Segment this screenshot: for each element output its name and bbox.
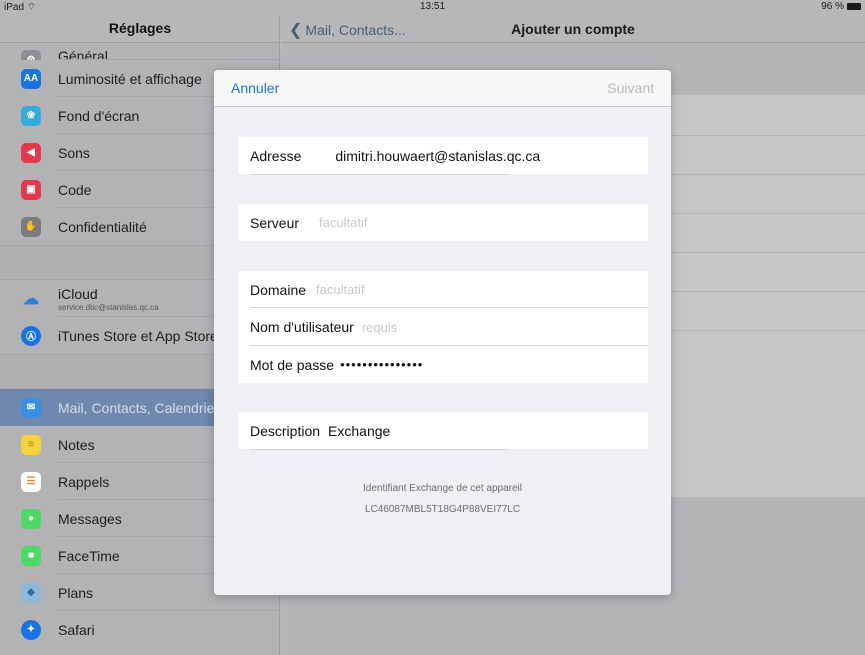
appstore-icon: Ⓐ [21, 325, 41, 346]
domain-field[interactable]: Domaine facultatif [238, 271, 648, 308]
address-value[interactable]: dimitri.houwaert@stanislas.qc.ca [335, 148, 540, 164]
cloud-icon: ☁ [23, 290, 39, 308]
credentials-group: Domaine facultatif Nom d'utilisateur req… [238, 271, 648, 383]
domain-input[interactable]: facultatif [316, 282, 364, 297]
gear-icon: ⚙ [21, 50, 41, 60]
next-button[interactable]: Suivant [607, 80, 654, 96]
username-field[interactable]: Nom d'utilisateur requis [238, 308, 648, 346]
mail-icon: ✉ [21, 397, 41, 418]
lock-icon: ▣ [21, 179, 41, 200]
maps-icon: ◆ [21, 582, 41, 603]
password-input[interactable]: ••••••••••••••• [340, 357, 423, 372]
battery-icon [847, 3, 861, 10]
sidebar-title: Réglages [108, 20, 172, 36]
notes-icon: ≡ [21, 434, 41, 455]
status-bar: iPad ⌔ 13:51 96 % [0, 0, 865, 15]
description-group: Description Exchange [238, 412, 648, 450]
sidebar-item-general[interactable]: ⚙ Général [0, 44, 279, 60]
messages-icon: ● [21, 508, 41, 529]
device-id-label: Identifiant Exchange de cet appareil [363, 483, 522, 494]
detail-title: Ajouter un compte [511, 21, 635, 37]
detail-nav-bar: ❮ Mail, Contacts... Ajouter un compte [281, 15, 865, 43]
address-group: Adresse dimitri.houwaert@stanislas.qc.ca [238, 137, 648, 175]
password-field[interactable]: Mot de passe ••••••••••••••• [238, 346, 648, 383]
description-field[interactable]: Description Exchange [238, 412, 648, 450]
sidebar-header: Réglages [0, 15, 279, 43]
server-group: Serveur facultatif [238, 204, 648, 241]
flower-icon: ❀ [21, 105, 41, 126]
clock: 13:51 [419, 1, 446, 12]
device-id-value: LC46087MBL5T18G4P88VEI77LC [364, 504, 521, 515]
sidebar-item-safari[interactable]: ✦ Safari [0, 611, 279, 648]
facetime-icon: ■ [21, 545, 41, 566]
modal-nav-bar: Annuler Suivant [214, 70, 671, 107]
address-field[interactable]: Adresse dimitri.houwaert@stanislas.qc.ca [238, 137, 648, 175]
safari-icon: ✦ [21, 619, 41, 640]
server-field[interactable]: Serveur facultatif [238, 204, 648, 241]
account-list-background [671, 95, 865, 497]
server-input[interactable]: facultatif [319, 215, 367, 230]
reminders-icon: ☰ [21, 471, 41, 492]
cancel-button[interactable]: Annuler [231, 80, 279, 96]
description-input[interactable]: Exchange [328, 423, 390, 439]
add-account-modal: Annuler Suivant Adresse dimitri.houwaert… [214, 70, 671, 595]
aa-icon: AA [21, 68, 41, 89]
username-input[interactable]: requis [362, 320, 397, 335]
battery-indicator: 96 % [821, 1, 861, 12]
hand-icon: ✋ [21, 216, 41, 237]
speaker-icon: ◀ [21, 142, 41, 163]
